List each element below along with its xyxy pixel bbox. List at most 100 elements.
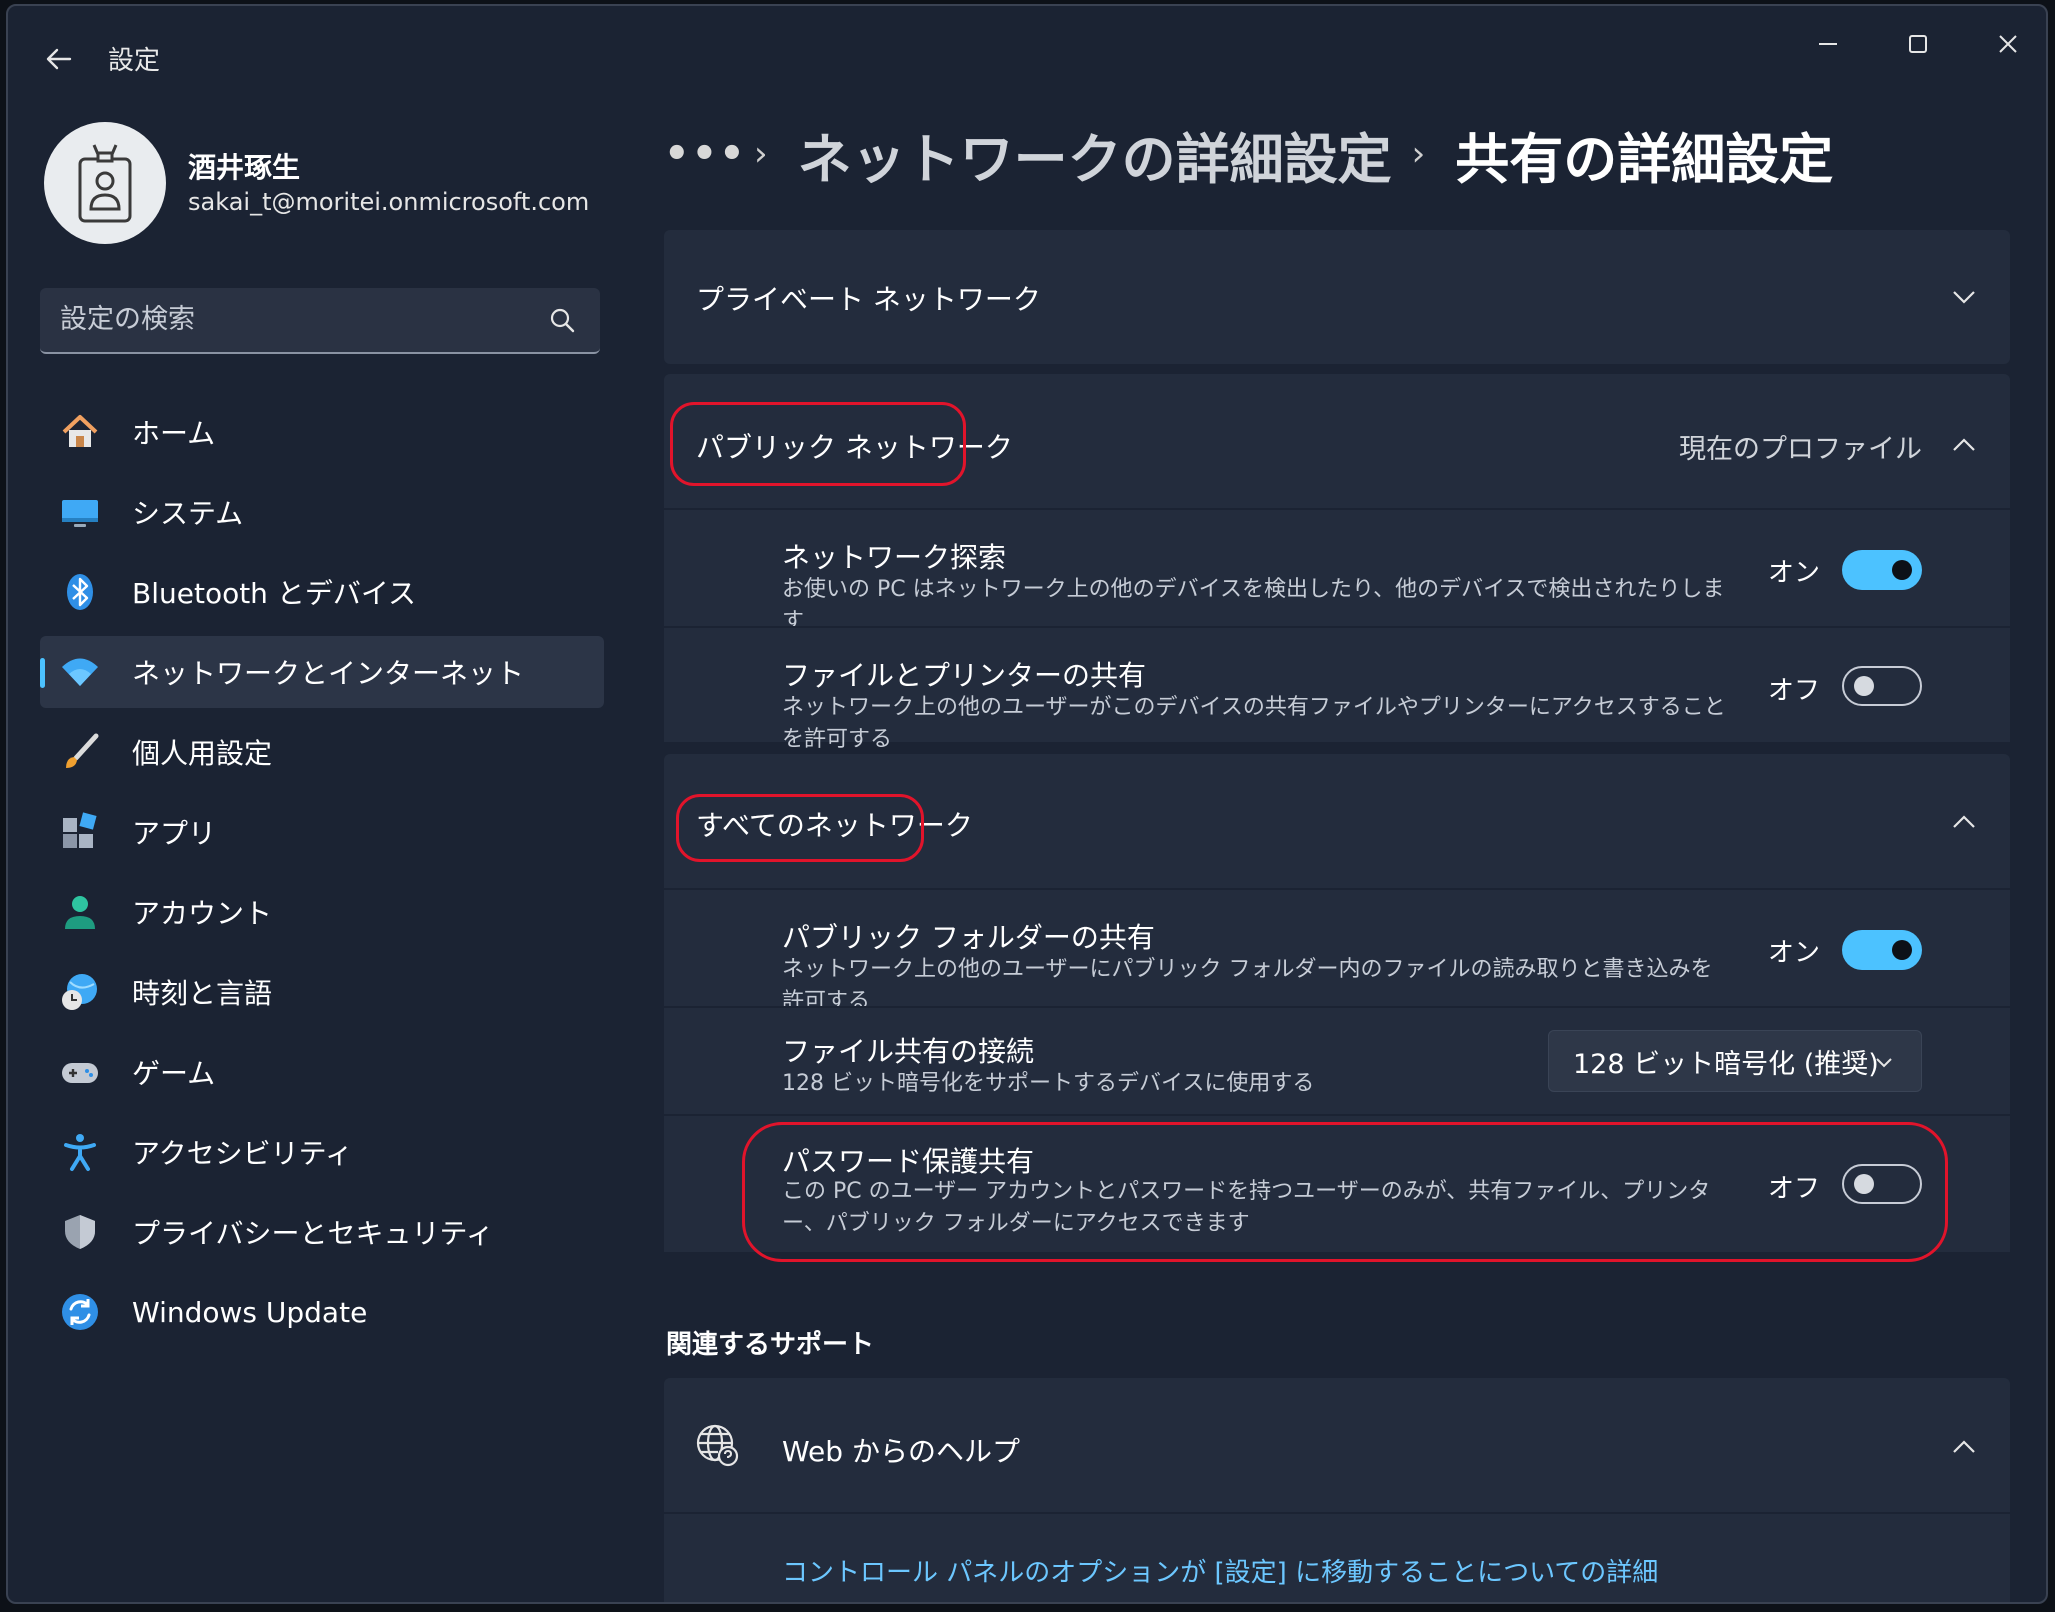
toggle-knob bbox=[1892, 560, 1912, 580]
file-sharing-connection-row: ファイル共有の接続 128 ビット暗号化をサポートするデバイスに使用する 128… bbox=[664, 1006, 2010, 1114]
home-icon bbox=[60, 412, 100, 452]
chevron-up-icon[interactable] bbox=[1948, 1431, 1980, 1463]
account-icon bbox=[60, 892, 100, 932]
settings-search[interactable] bbox=[40, 288, 600, 354]
sidebar-item-label: プライバシーとセキュリティ bbox=[132, 1217, 494, 1250]
sidebar-item-home[interactable]: ホーム bbox=[40, 396, 604, 468]
private-network-section[interactable]: プライベート ネットワーク bbox=[664, 230, 2010, 364]
sidebar-item-personalization[interactable]: 個人用設定 bbox=[40, 716, 604, 788]
setting-title: パブリック フォルダーの共有 bbox=[782, 921, 1155, 954]
sidebar-item-privacy[interactable]: プライバシーとセキュリティ bbox=[40, 1196, 604, 1268]
active-indicator bbox=[40, 658, 45, 688]
control-panel-help-link[interactable]: コントロール パネルのオプションが [設定] に移動することについての詳細 bbox=[782, 1552, 1658, 1589]
web-help-label: Web からのヘルプ bbox=[782, 1435, 1020, 1468]
page-title: 共有の詳細設定 bbox=[1455, 127, 1834, 191]
maximize-button[interactable] bbox=[1874, 16, 1962, 72]
sidebar-item-label: アプリ bbox=[132, 817, 217, 850]
all-networks-section: すべてのネットワーク パブリック フォルダーの共有 ネットワーク上の他のユーザー… bbox=[664, 754, 2010, 1252]
public-network-header[interactable]: パブリック ネットワーク 現在のプロファイル bbox=[664, 374, 2010, 508]
sidebar-item-label: Windows Update bbox=[132, 1295, 368, 1329]
search-icon[interactable] bbox=[548, 306, 576, 334]
section-label: すべてのネットワーク bbox=[696, 809, 973, 842]
apps-icon bbox=[60, 812, 100, 852]
all-networks-header[interactable]: すべてのネットワーク bbox=[664, 754, 2010, 888]
maximize-icon bbox=[1909, 35, 1927, 53]
sidebar-item-label: 時刻と言語 bbox=[132, 977, 273, 1010]
public-folder-sharing-toggle[interactable] bbox=[1842, 930, 1922, 970]
user-name: 酒井琢生 bbox=[188, 151, 301, 184]
web-help-content: コントロール パネルのオプションが [設定] に移動することについての詳細 bbox=[664, 1512, 2010, 1602]
file-printer-sharing-toggle[interactable] bbox=[1842, 666, 1922, 706]
sidebar-item-label: アカウント bbox=[132, 897, 273, 930]
setting-title: ファイルとプリンターの共有 bbox=[782, 659, 1147, 692]
arrow-left-icon bbox=[46, 48, 72, 70]
user-email: sakai_t@moritei.onmicrosoft.com bbox=[188, 188, 590, 216]
accessibility-icon bbox=[60, 1132, 100, 1172]
chevron-right-icon: › bbox=[1411, 134, 1426, 174]
close-icon bbox=[1999, 35, 2017, 53]
current-profile-label: 現在のプロファイル bbox=[1679, 434, 1922, 465]
sidebar-item-apps[interactable]: アプリ bbox=[40, 796, 604, 868]
setting-description: この PC のユーザー アカウントとパスワードを持つユーザーのみが、共有ファイル… bbox=[782, 1179, 1711, 1236]
sidebar-item-label: Bluetooth とデバイス bbox=[132, 577, 416, 610]
chevron-down-icon bbox=[1876, 1058, 1892, 1068]
sidebar-item-time-language[interactable]: 時刻と言語 bbox=[40, 956, 604, 1028]
password-protected-sharing-toggle[interactable] bbox=[1842, 1164, 1922, 1204]
toggle-state-label: オン bbox=[1767, 938, 1820, 968]
sidebar-item-gaming[interactable]: ゲーム bbox=[40, 1036, 604, 1108]
back-button[interactable] bbox=[34, 34, 84, 84]
related-support-title: 関連するサポート bbox=[666, 1330, 875, 1360]
sidebar-item-label: アクセシビリティ bbox=[132, 1137, 353, 1170]
public-network-section: パブリック ネットワーク 現在のプロファイル ネットワーク探索 お使いの PC … bbox=[664, 374, 2010, 752]
sidebar-item-accessibility[interactable]: アクセシビリティ bbox=[40, 1116, 604, 1188]
toggle-state-label: オフ bbox=[1767, 1174, 1820, 1204]
close-button[interactable] bbox=[1964, 16, 2046, 72]
update-icon bbox=[60, 1292, 100, 1332]
section-label: プライベート ネットワーク bbox=[696, 283, 1041, 316]
password-protected-sharing-row: パスワード保護共有 この PC のユーザー アカウントとパスワードを持つユーザー… bbox=[664, 1114, 2010, 1252]
app-title: 設定 bbox=[108, 46, 161, 76]
shield-icon bbox=[60, 1212, 100, 1252]
user-profile[interactable]: 酒井琢生 sakai_t@moritei.onmicrosoft.com bbox=[38, 118, 618, 248]
chevron-down-icon[interactable] bbox=[1948, 281, 1980, 313]
toggle-knob bbox=[1892, 940, 1912, 960]
system-icon bbox=[60, 492, 100, 532]
sidebar-item-label: 個人用設定 bbox=[132, 737, 273, 770]
encryption-dropdown[interactable]: 128 ビット暗号化 (推奨) bbox=[1548, 1030, 1922, 1092]
sidebar-nav: ホーム システム Bluetooth とデバイス ネットワークとインターネット bbox=[40, 396, 604, 1356]
setting-title: パスワード保護共有 bbox=[782, 1145, 1035, 1178]
breadcrumb: ••• › ネットワークの詳細設定 › 共有の詳細設定 bbox=[664, 114, 1833, 194]
globe-clock-icon bbox=[60, 972, 100, 1012]
wifi-icon bbox=[60, 652, 100, 692]
sidebar-item-bluetooth[interactable]: Bluetooth とデバイス bbox=[40, 556, 604, 628]
brush-icon bbox=[60, 732, 100, 772]
globe-help-icon bbox=[696, 1424, 739, 1467]
sidebar-item-label: ホーム bbox=[132, 417, 216, 450]
chevron-up-icon[interactable] bbox=[1948, 429, 1980, 461]
sidebar-item-network[interactable]: ネットワークとインターネット bbox=[40, 636, 604, 708]
bluetooth-icon bbox=[60, 572, 100, 612]
toggle-knob bbox=[1854, 676, 1874, 696]
file-printer-sharing-row: ファイルとプリンターの共有 ネットワーク上の他のユーザーがこのデバイスの共有ファ… bbox=[664, 626, 2010, 752]
minimize-button[interactable] bbox=[1784, 16, 1872, 72]
gamepad-icon bbox=[60, 1052, 100, 1092]
sidebar-item-label: ゲーム bbox=[132, 1057, 216, 1090]
toggle-state-label: オン bbox=[1767, 558, 1820, 588]
title-bar: 設定 bbox=[8, 6, 2046, 106]
sidebar-item-accounts[interactable]: アカウント bbox=[40, 876, 604, 948]
id-badge-icon bbox=[78, 144, 132, 223]
dropdown-selected-value: 128 ビット暗号化 (推奨) bbox=[1573, 1048, 1879, 1080]
chevron-up-icon[interactable] bbox=[1948, 806, 1980, 838]
web-help-section: Web からのヘルプ コントロール パネルのオプションが [設定] に移動するこ… bbox=[664, 1378, 2010, 1602]
toggle-knob bbox=[1854, 1174, 1874, 1194]
web-help-header[interactable]: Web からのヘルプ bbox=[664, 1378, 2010, 1512]
breadcrumb-parent[interactable]: ネットワークの詳細設定 bbox=[798, 115, 1392, 194]
sidebar-item-windows-update[interactable]: Windows Update bbox=[40, 1276, 604, 1348]
search-input[interactable] bbox=[60, 288, 530, 350]
breadcrumb-more-button[interactable]: ••• bbox=[664, 131, 745, 177]
network-discovery-row: ネットワーク探索 お使いの PC はネットワーク上の他のデバイスを検出したり、他… bbox=[664, 508, 2010, 634]
sidebar-item-system[interactable]: システム bbox=[40, 476, 604, 548]
network-discovery-toggle[interactable] bbox=[1842, 550, 1922, 590]
public-folder-sharing-row: パブリック フォルダーの共有 ネットワーク上の他のユーザーにパブリック フォルダ… bbox=[664, 888, 2010, 1014]
avatar bbox=[44, 122, 166, 244]
